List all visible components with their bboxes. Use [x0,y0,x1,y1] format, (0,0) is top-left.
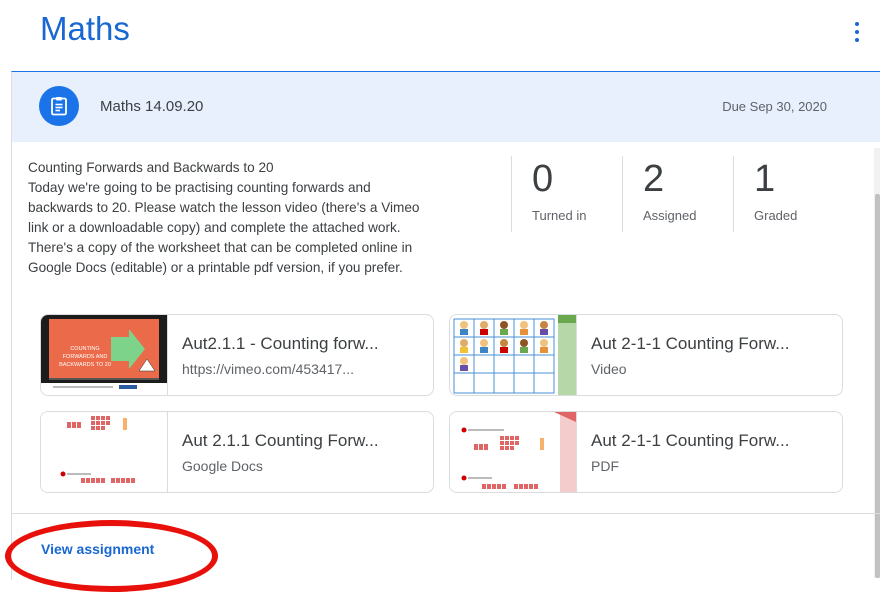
description-line: backwards to 20. Please watch the lesson… [28,200,420,215]
attachment-subtitle: Video [591,361,627,377]
svg-text:FORWARDS AND: FORWARDS AND [63,354,108,360]
more-vert-icon [855,22,859,26]
attachment-subtitle: Google Docs [182,458,263,474]
description-line: Today we're going to be practising count… [28,180,371,195]
stat-graded[interactable]: 1 Graded [733,156,844,232]
stat-value: 0 [532,158,554,200]
stat-label: Assigned [643,208,697,223]
attachment-google-docs[interactable]: Aut 2.1.1 Counting Forw... Google Docs [40,411,434,493]
svg-text:BACKWARDS TO 20: BACKWARDS TO 20 [59,362,111,368]
assignment-title[interactable]: Maths 14.09.20 [100,98,203,115]
attachment-thumbnail [450,412,577,492]
assignment-card: Maths 14.09.20 Due Sep 30, 2020 Counting… [11,71,880,580]
attachment-title[interactable]: Aut2.1.1 - Counting forw... [182,334,379,354]
attachment-pdf[interactable]: Aut 2-1-1 Counting Forw... PDF [449,411,843,493]
assignment-description: Counting Forwards and Backwards to 20 To… [28,158,498,278]
more-vert-icon-dot [855,38,859,42]
video-slide-caption: COUNTING FORWARDS AND BACKWARDS TO 20 [59,346,111,368]
stat-value: 2 [643,158,665,200]
assignment-header[interactable]: Maths 14.09.20 Due Sep 30, 2020 [12,72,880,142]
page-title: Maths [40,10,130,47]
attachment-title[interactable]: Aut 2-1-1 Counting Forw... [591,334,789,354]
attachment-subtitle: https://vimeo.com/453417... [182,361,354,377]
svg-text:COUNTING: COUNTING [70,346,99,352]
attachment-video[interactable]: Aut 2-1-1 Counting Forw... Video [449,314,843,396]
stat-label: Graded [754,208,798,223]
description-line: There's a copy of the worksheet that can… [28,240,413,255]
more-vert-icon-dot [855,30,859,34]
due-date: Due Sep 30, 2020 [722,99,827,114]
attachment-subtitle: PDF [591,458,619,474]
attachment-title[interactable]: Aut 2.1.1 Counting Forw... [182,431,379,451]
description-line: link or a downloadable copy) and complet… [28,220,401,235]
scrollbar-thumb[interactable] [875,194,880,578]
attachment-thumbnail [41,412,168,492]
attachment-title[interactable]: Aut 2-1-1 Counting Forw... [591,431,789,451]
description-line: Google Docs (editable) or a printable pd… [28,260,403,275]
stat-turned-in[interactable]: 0 Turned in [511,156,622,232]
attachment-vimeo-link[interactable]: COUNTING FORWARDS AND BACKWARDS TO 20 Au… [40,314,434,396]
assignment-icon [39,86,79,126]
description-line: Counting Forwards and Backwards to 20 [28,160,274,175]
stat-value: 1 [754,158,776,200]
stat-assigned[interactable]: 2 Assigned [622,156,733,232]
card-footer-divider [12,513,880,514]
highlight-annotation [5,520,218,592]
more-options-button[interactable] [846,18,868,46]
stat-label: Turned in [532,208,587,223]
attachment-thumbnail [450,315,577,395]
